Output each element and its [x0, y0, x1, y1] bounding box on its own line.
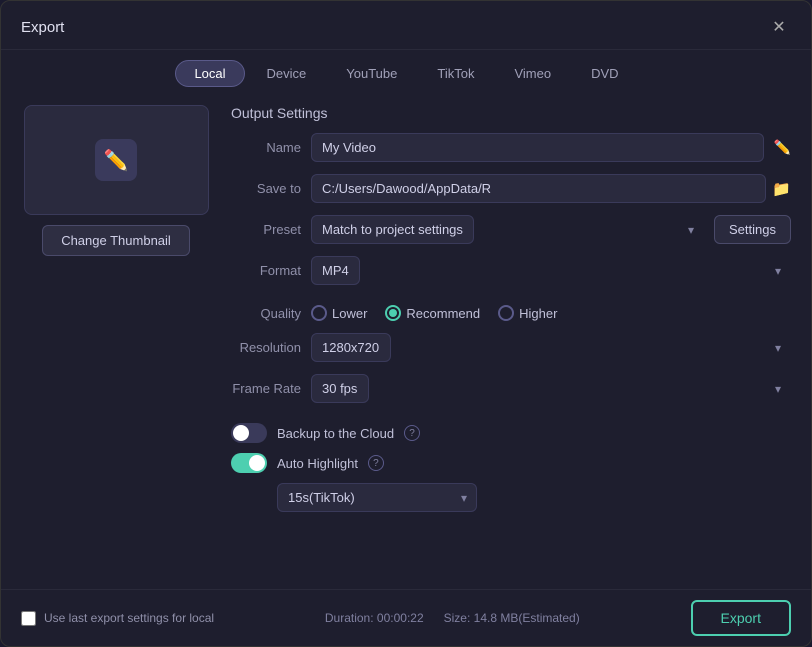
tiktok-duration-row: 15s(TikTok): [231, 483, 791, 512]
size-label: Size:: [444, 611, 471, 625]
use-last-settings-checkbox[interactable]: [21, 611, 36, 626]
duration-label: Duration:: [325, 611, 374, 625]
frame-rate-select-wrapper: 30 fps: [311, 374, 791, 403]
name-label: Name: [231, 140, 301, 155]
format-select-wrapper: MP4: [311, 256, 791, 285]
path-row: 📁: [311, 174, 791, 203]
right-panel: Output Settings Name ✏️ Save to 📁 Preset: [231, 105, 791, 579]
thumbnail-preview: ✏️: [24, 105, 209, 215]
frame-rate-row: Frame Rate 30 fps: [231, 374, 791, 403]
auto-highlight-row: Auto Highlight ?: [231, 453, 791, 473]
folder-icon[interactable]: 📁: [772, 180, 791, 198]
quality-recommend-label: Recommend: [406, 306, 480, 321]
dialog-title: Export: [21, 19, 64, 36]
footer-center: Duration: 00:00:22 Size: 14.8 MB(Estimat…: [325, 611, 580, 625]
ai-icon[interactable]: ✏️: [774, 139, 791, 156]
quality-lower-label: Lower: [332, 306, 367, 321]
save-to-row: Save to 📁: [231, 174, 791, 203]
auto-highlight-label: Auto Highlight: [277, 456, 358, 471]
resolution-row: Resolution 1280x720: [231, 333, 791, 362]
auto-highlight-toggle[interactable]: [231, 453, 267, 473]
tabs-bar: Local Device YouTube TikTok Vimeo DVD: [1, 50, 811, 95]
name-row: Name ✏️: [231, 133, 791, 162]
format-select[interactable]: MP4: [311, 256, 360, 285]
save-to-label: Save to: [231, 181, 301, 196]
quality-lower[interactable]: Lower: [311, 305, 367, 321]
left-panel: ✏️ Change Thumbnail: [21, 105, 211, 579]
quality-higher[interactable]: Higher: [498, 305, 557, 321]
duration-info: Duration: 00:00:22: [325, 611, 424, 625]
frame-rate-label: Frame Rate: [231, 381, 301, 396]
quality-higher-label: Higher: [519, 306, 557, 321]
footer-left: Use last export settings for local: [21, 611, 214, 626]
name-input[interactable]: [311, 133, 764, 162]
frame-rate-select[interactable]: 30 fps: [311, 374, 369, 403]
export-button[interactable]: Export: [691, 600, 791, 636]
radio-recommend: [385, 305, 401, 321]
close-button[interactable]: ✕: [767, 15, 791, 39]
change-thumbnail-button[interactable]: Change Thumbnail: [42, 225, 190, 256]
output-settings-title: Output Settings: [231, 105, 791, 121]
resolution-select-wrapper: 1280x720: [311, 333, 791, 362]
quality-label: Quality: [231, 306, 301, 321]
tab-youtube[interactable]: YouTube: [328, 61, 415, 86]
title-bar: Export ✕: [1, 1, 811, 50]
resolution-select[interactable]: 1280x720: [311, 333, 391, 362]
quality-options: Lower Recommend Higher: [311, 305, 557, 321]
preset-label: Preset: [231, 222, 301, 237]
tab-local[interactable]: Local: [175, 60, 244, 87]
quality-row: Quality Lower Recommend Higher: [231, 305, 791, 321]
settings-button[interactable]: Settings: [714, 215, 791, 244]
use-last-settings-label: Use last export settings for local: [44, 611, 214, 625]
quality-recommend[interactable]: Recommend: [385, 305, 480, 321]
main-content: ✏️ Change Thumbnail Output Settings Name…: [1, 95, 811, 589]
preset-row: Preset Match to project settings Setting…: [231, 215, 791, 244]
size-info: Size: 14.8 MB(Estimated): [444, 611, 580, 625]
tiktok-duration-select-wrapper: 15s(TikTok): [277, 483, 477, 512]
export-dialog: Export ✕ Local Device YouTube TikTok Vim…: [0, 0, 812, 647]
backup-cloud-label: Backup to the Cloud: [277, 426, 394, 441]
tab-vimeo[interactable]: Vimeo: [496, 61, 569, 86]
tab-dvd[interactable]: DVD: [573, 61, 636, 86]
preset-select-wrapper: Match to project settings: [311, 215, 704, 244]
tab-tiktok[interactable]: TikTok: [419, 61, 492, 86]
backup-cloud-row: Backup to the Cloud ?: [231, 423, 791, 443]
radio-lower: [311, 305, 327, 321]
footer: Use last export settings for local Durat…: [1, 589, 811, 646]
duration-value: 00:00:22: [377, 611, 424, 625]
tiktok-duration-select[interactable]: 15s(TikTok): [277, 483, 477, 512]
auto-highlight-help-icon[interactable]: ?: [368, 455, 384, 471]
size-value: 14.8 MB(Estimated): [474, 611, 580, 625]
backup-help-icon[interactable]: ?: [404, 425, 420, 441]
save-path-input[interactable]: [311, 174, 766, 203]
format-row: Format MP4: [231, 256, 791, 285]
preset-select[interactable]: Match to project settings: [311, 215, 474, 244]
format-label: Format: [231, 263, 301, 278]
tab-device[interactable]: Device: [249, 61, 325, 86]
radio-higher: [498, 305, 514, 321]
edit-icon: ✏️: [95, 139, 137, 181]
backup-cloud-toggle[interactable]: [231, 423, 267, 443]
resolution-label: Resolution: [231, 340, 301, 355]
